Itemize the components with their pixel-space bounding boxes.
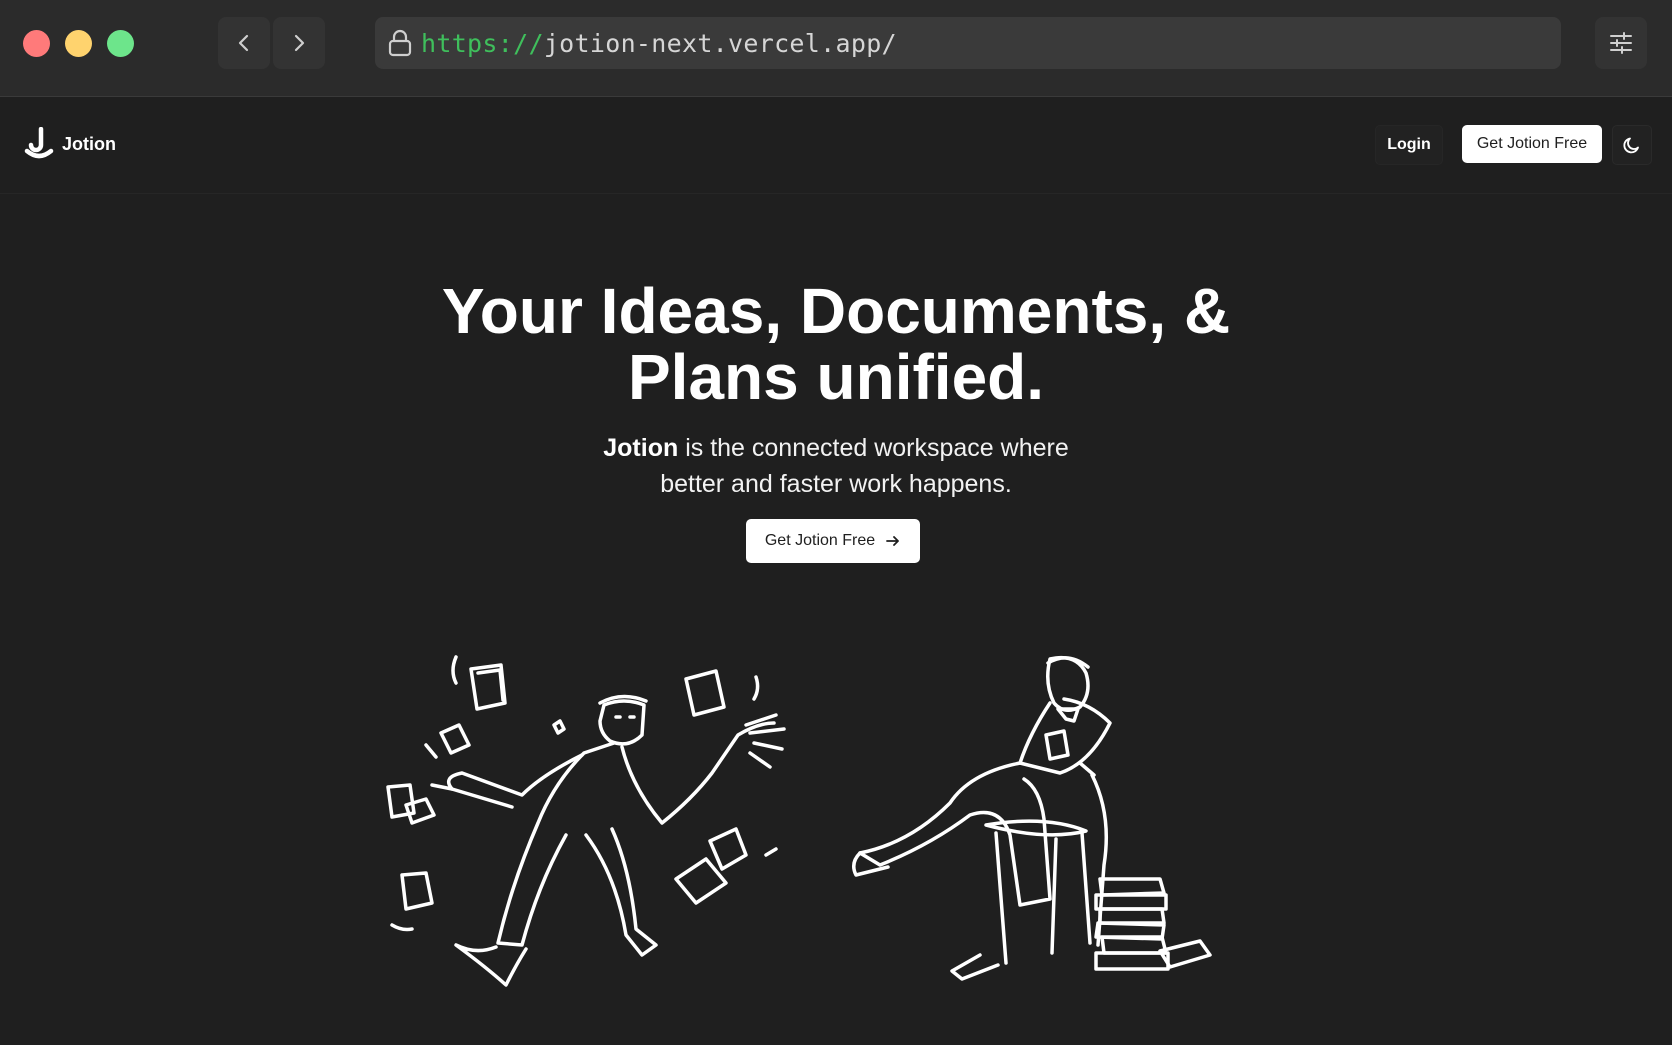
- url-scheme: https://: [421, 28, 544, 58]
- hero-get-jotion-free-button[interactable]: Get Jotion Free: [746, 519, 920, 563]
- window-maximize-button[interactable]: [107, 30, 134, 57]
- url-host: jotion-next.vercel.app/: [543, 28, 897, 58]
- url-text: https://jotion-next.vercel.app/: [421, 29, 897, 58]
- hero-title: Your Ideas, Documents, & Plans unified.: [286, 278, 1386, 410]
- hero-subtitle-line-2: better and faster work happens.: [660, 470, 1012, 498]
- logo[interactable]: Jotion: [24, 127, 116, 161]
- jotion-logo-icon: [24, 127, 54, 159]
- theme-toggle-button[interactable]: [1612, 125, 1652, 165]
- reading-woman-illustration: [852, 655, 1212, 981]
- hero-title-line-1: Your Ideas, Documents, &: [441, 275, 1231, 347]
- back-button[interactable]: [218, 17, 270, 69]
- hero-title-line-2: Plans unified.: [627, 341, 1045, 413]
- hero-cta-label: Get Jotion Free: [764, 532, 876, 549]
- moon-icon: [1623, 137, 1639, 154]
- window-minimize-button[interactable]: [65, 30, 92, 57]
- logo-text: Jotion: [62, 133, 116, 154]
- hero-subtitle-brand: Jotion: [603, 434, 679, 462]
- hero-subtitle-text: is the connected workspace where: [678, 434, 1069, 462]
- arrow-right-icon: [886, 536, 900, 546]
- site-header: Jotion Login Get Jotion Free: [0, 97, 1672, 194]
- window-close-button[interactable]: [23, 30, 50, 57]
- browser-settings-button[interactable]: [1595, 17, 1647, 69]
- juggling-man-illustration: [386, 655, 786, 987]
- hero-subtitle: Jotion is the connected workspace where …: [486, 430, 1186, 502]
- get-jotion-free-button[interactable]: Get Jotion Free: [1462, 125, 1602, 163]
- lock-icon: [387, 28, 413, 58]
- login-button[interactable]: Login: [1375, 125, 1443, 165]
- browser-chrome: https://jotion-next.vercel.app/: [0, 0, 1672, 97]
- forward-button[interactable]: [273, 17, 325, 69]
- back-icon: [238, 34, 249, 52]
- address-bar[interactable]: https://jotion-next.vercel.app/: [375, 17, 1561, 69]
- forward-icon: [294, 34, 305, 52]
- settings-sliders-icon: [1610, 32, 1632, 54]
